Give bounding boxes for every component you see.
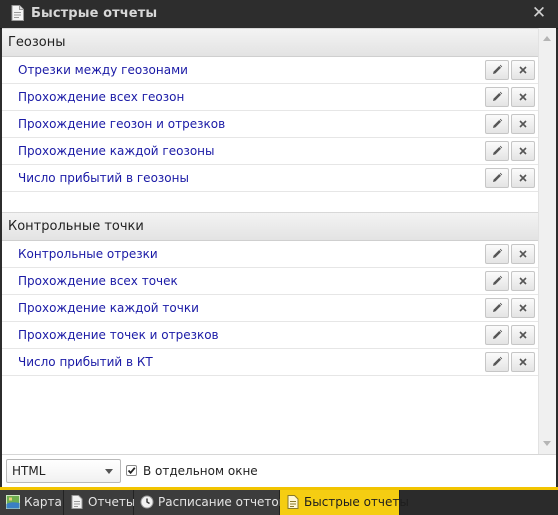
list-item: Прохождение геозон и отрезков — [2, 111, 538, 138]
chevron-down-icon — [105, 469, 113, 474]
document-icon — [71, 495, 83, 509]
pencil-icon — [493, 91, 503, 101]
close-icon — [519, 120, 527, 128]
delete-button[interactable] — [511, 87, 535, 107]
delete-button[interactable] — [511, 60, 535, 80]
delete-button[interactable] — [511, 271, 535, 291]
pencil-icon — [493, 248, 503, 258]
report-list: Геозоны Отрезки между геозонами Прохожде… — [2, 28, 538, 454]
tab-quick-reports[interactable]: Быстрые отчеты — [280, 490, 409, 515]
report-list-panel: Геозоны Отрезки между геозонами Прохожде… — [2, 28, 556, 454]
edit-button[interactable] — [485, 298, 509, 318]
list-item: Отрезки между геозонами — [2, 57, 538, 84]
quick-reports-window: Быстрые отчеты ✕ Геозоны Отрезки между г… — [0, 0, 558, 515]
edit-button[interactable] — [485, 114, 509, 134]
edit-button[interactable] — [485, 141, 509, 161]
list-item: Прохождение всех геозон — [2, 84, 538, 111]
tab-label: Быстрые отчеты — [304, 495, 409, 509]
list-item: Прохождение каждой точки — [2, 295, 538, 322]
edit-button[interactable] — [485, 168, 509, 188]
separate-window-checkbox[interactable] — [126, 465, 137, 476]
close-icon — [519, 304, 527, 312]
close-icon — [519, 174, 527, 182]
edit-button[interactable] — [485, 352, 509, 372]
pencil-icon — [493, 172, 503, 182]
pencil-icon — [493, 64, 503, 74]
delete-button[interactable] — [511, 114, 535, 134]
scroll-up-arrow-icon[interactable] — [543, 36, 551, 41]
edit-button[interactable] — [485, 87, 509, 107]
close-icon[interactable]: ✕ — [530, 3, 548, 23]
close-icon — [519, 66, 527, 74]
list-item: Прохождение точек и отрезков — [2, 322, 538, 349]
list-item: Число прибытий в КТ — [2, 349, 538, 376]
edit-button[interactable] — [485, 271, 509, 291]
checkmark-icon — [127, 467, 136, 475]
close-icon — [519, 331, 527, 339]
title-bar: Быстрые отчеты ✕ — [0, 0, 558, 29]
pencil-icon — [493, 329, 503, 339]
report-link[interactable]: Прохождение точек и отрезков — [18, 322, 219, 349]
delete-button[interactable] — [511, 352, 535, 372]
report-link[interactable]: Число прибытий в КТ — [18, 349, 153, 376]
clock-icon — [140, 495, 154, 509]
pencil-icon — [493, 145, 503, 155]
delete-button[interactable] — [511, 168, 535, 188]
tab-label: Расписание отчетов — [158, 495, 286, 509]
edit-button[interactable] — [485, 60, 509, 80]
report-link[interactable]: Прохождение всех точек — [18, 268, 178, 295]
report-link[interactable]: Прохождение всех геозон — [18, 84, 184, 111]
tab-label: Отчеты — [88, 495, 136, 509]
list-item: Прохождение всех точек — [2, 268, 538, 295]
report-link[interactable]: Отрезки между геозонами — [18, 57, 188, 84]
list-item: Число прибытий в геозоны — [2, 165, 538, 192]
tab-label: Карта — [24, 495, 62, 509]
report-link[interactable]: Прохождение каждой геозоны — [18, 138, 215, 165]
separate-window-label: В отдельном окне — [143, 464, 258, 478]
list-item: Прохождение каждой геозоны — [2, 138, 538, 165]
close-icon — [519, 250, 527, 258]
bottom-toolbar: HTML В отдельном окне — [2, 454, 556, 487]
taskbar: Карта Отчеты Расписание отчетов Быстрые … — [0, 490, 558, 515]
close-icon — [519, 147, 527, 155]
edit-button[interactable] — [485, 325, 509, 345]
group-header-checkpoints: Контрольные точки — [2, 212, 538, 241]
map-icon — [6, 495, 20, 509]
document-icon — [11, 5, 24, 21]
report-link[interactable]: Прохождение каждой точки — [18, 295, 199, 322]
pencil-icon — [493, 275, 503, 285]
pencil-icon — [493, 118, 503, 128]
close-icon — [519, 93, 527, 101]
close-icon — [519, 358, 527, 366]
format-select[interactable]: HTML — [6, 459, 121, 483]
pencil-icon — [493, 302, 503, 312]
report-link[interactable]: Прохождение геозон и отрезков — [18, 111, 225, 138]
list-item: Контрольные отрезки — [2, 241, 538, 268]
group-header-geozones: Геозоны — [2, 28, 538, 57]
report-link[interactable]: Число прибытий в геозоны — [18, 165, 189, 192]
pencil-icon — [493, 356, 503, 366]
close-icon — [519, 277, 527, 285]
format-select-value: HTML — [12, 464, 46, 478]
delete-button[interactable] — [511, 244, 535, 264]
vertical-scrollbar[interactable] — [538, 28, 556, 454]
delete-button[interactable] — [511, 298, 535, 318]
document-icon — [287, 495, 299, 509]
tab-reports[interactable]: Отчеты — [64, 490, 136, 515]
window-title: Быстрые отчеты — [31, 6, 158, 21]
scroll-down-arrow-icon[interactable] — [543, 441, 551, 446]
delete-button[interactable] — [511, 325, 535, 345]
edit-button[interactable] — [485, 244, 509, 264]
tab-map[interactable]: Карта — [0, 490, 64, 515]
report-link[interactable]: Контрольные отрезки — [18, 241, 158, 268]
tab-report-schedule[interactable]: Расписание отчетов — [134, 490, 286, 515]
delete-button[interactable] — [511, 141, 535, 161]
